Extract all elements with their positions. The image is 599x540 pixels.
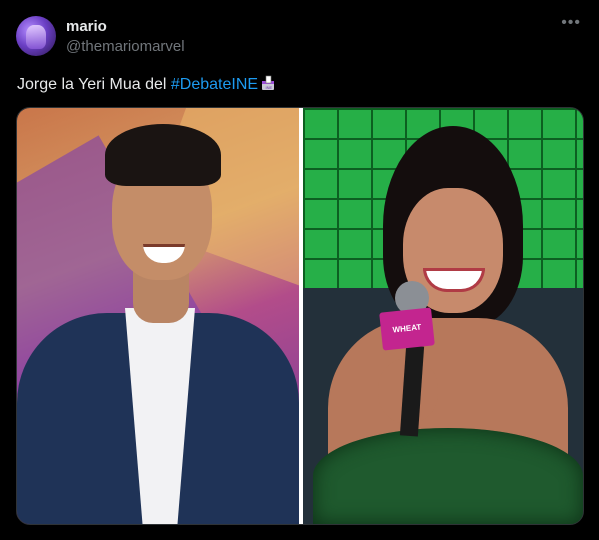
author-handle[interactable]: @themariomarvel: [66, 38, 185, 55]
tweet: mario @themariomarvel ••• Jorge la Yeri …: [0, 0, 599, 540]
right-photo[interactable]: WHEAT: [303, 108, 583, 524]
ballot-box-icon: INE: [260, 75, 276, 96]
sequin-top: [313, 428, 583, 524]
hair: [105, 124, 221, 186]
svg-text:INE: INE: [266, 85, 273, 90]
left-photo[interactable]: [17, 108, 299, 524]
author-name[interactable]: mario: [66, 18, 107, 35]
more-options-icon[interactable]: •••: [561, 14, 581, 32]
tweet-media[interactable]: WHEAT: [16, 107, 584, 525]
avatar[interactable]: [16, 16, 56, 56]
hashtag-link[interactable]: #DebateINE: [171, 76, 258, 93]
avatar-figure: [26, 25, 46, 49]
mic-flag-label: WHEAT: [379, 307, 435, 351]
tweet-text: Jorge la Yeri Mua del #DebateINE INE: [17, 75, 276, 96]
tweet-text-prefix: Jorge la Yeri Mua del: [17, 76, 171, 93]
